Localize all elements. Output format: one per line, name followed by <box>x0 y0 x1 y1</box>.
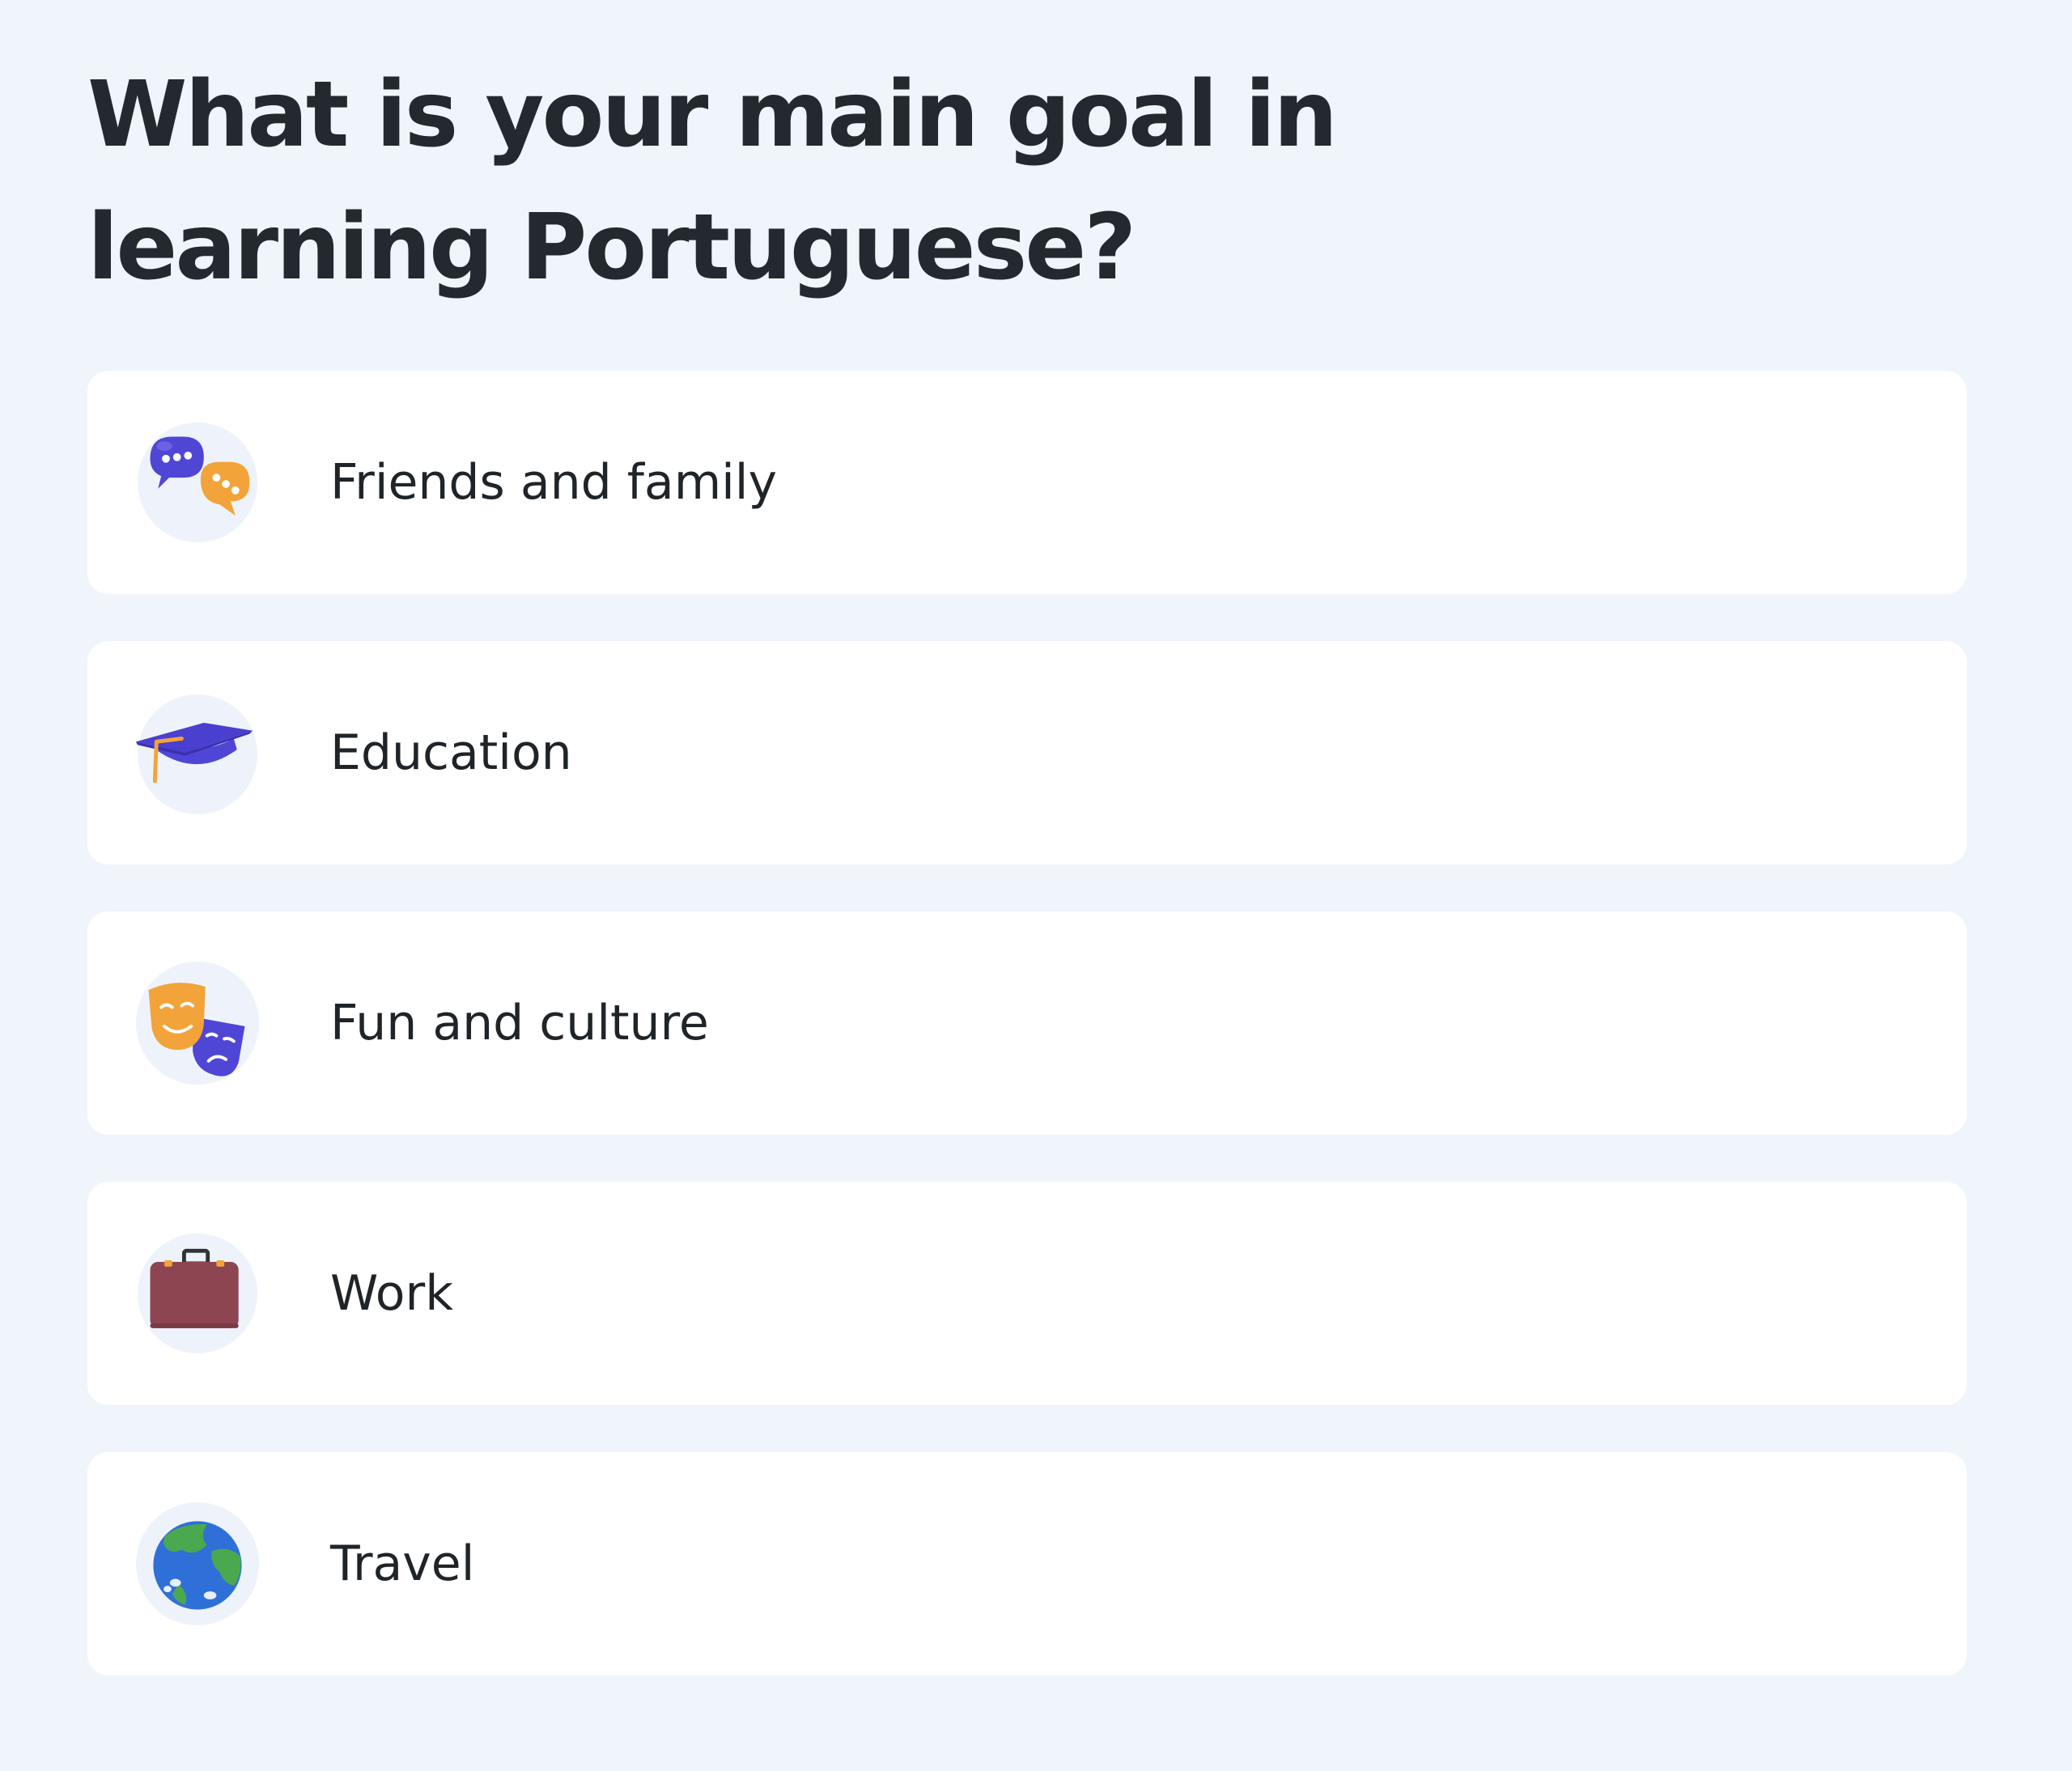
option-label: Friends and family <box>330 454 777 511</box>
graduation-cap-icon <box>134 690 261 816</box>
option-work[interactable]: Work <box>87 1182 1967 1405</box>
option-fun-and-culture[interactable]: Fun and culture <box>87 911 1967 1135</box>
theater-masks-icon <box>134 960 261 1086</box>
option-education[interactable]: Education <box>87 641 1967 864</box>
goal-options-list: Friends and family Education Fun and cul… <box>87 371 1967 1722</box>
briefcase-icon <box>134 1230 261 1357</box>
option-label: Fun and culture <box>330 995 709 1051</box>
option-label: Work <box>330 1265 453 1322</box>
globe-icon <box>134 1501 261 1627</box>
question-title: What is your main goal in learning Portu… <box>87 62 1338 300</box>
option-friends-and-family[interactable]: Friends and family <box>87 371 1967 594</box>
option-label: Travel <box>330 1535 475 1592</box>
option-label: Education <box>330 724 572 781</box>
chat-bubbles-icon <box>134 419 261 546</box>
option-travel[interactable]: Travel <box>87 1452 1967 1675</box>
